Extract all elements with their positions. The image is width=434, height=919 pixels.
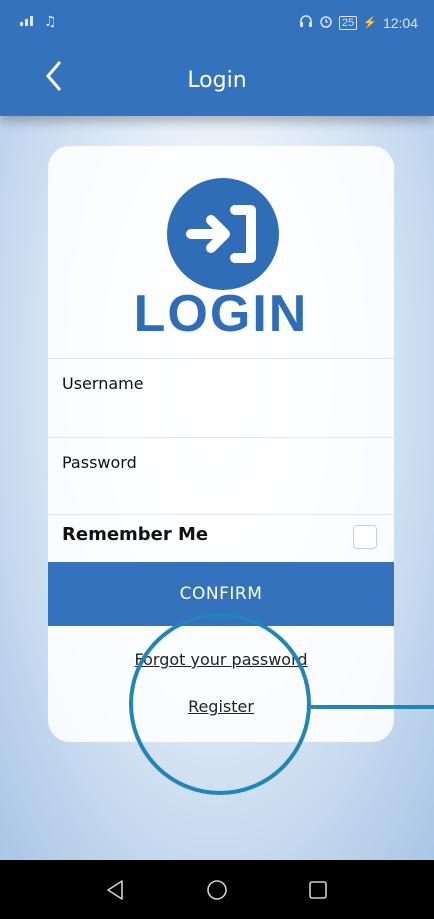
nav-back-icon[interactable] [104,878,128,902]
status-bar: ♫ 25 ⚡ 12:04 [0,0,434,34]
alarm-icon [319,14,333,31]
charging-icon: ⚡ [363,17,377,29]
remember-me-checkbox[interactable] [353,525,377,549]
password-label: Password [62,453,137,472]
signal-icon [20,14,38,30]
page-title: Login [187,68,247,93]
status-time: 12:04 [382,14,418,31]
divider-password [48,514,394,515]
nav-home-icon[interactable] [205,878,229,902]
password-input[interactable] [48,474,394,514]
username-input[interactable] [48,396,394,436]
system-nav-bar [0,860,434,919]
status-left: ♫ [20,14,57,30]
username-label: Username [62,374,144,393]
nav-recents-icon[interactable] [306,878,330,902]
status-right: 25 ⚡ 12:04 [299,14,418,31]
app-header: ♫ 25 ⚡ 12:04 Login [0,0,434,116]
highlight-circle [129,613,311,795]
divider-top [48,358,394,359]
battery-indicator: 25 [339,15,358,30]
logo-text: LOGIN [133,285,309,343]
login-arrow-icon [165,176,281,292]
divider-username [48,437,394,438]
remember-me-label: Remember Me [62,524,209,545]
highlight-pointer-line [311,705,434,709]
music-icon: ♫ [44,14,57,30]
headphones-icon [299,14,313,31]
